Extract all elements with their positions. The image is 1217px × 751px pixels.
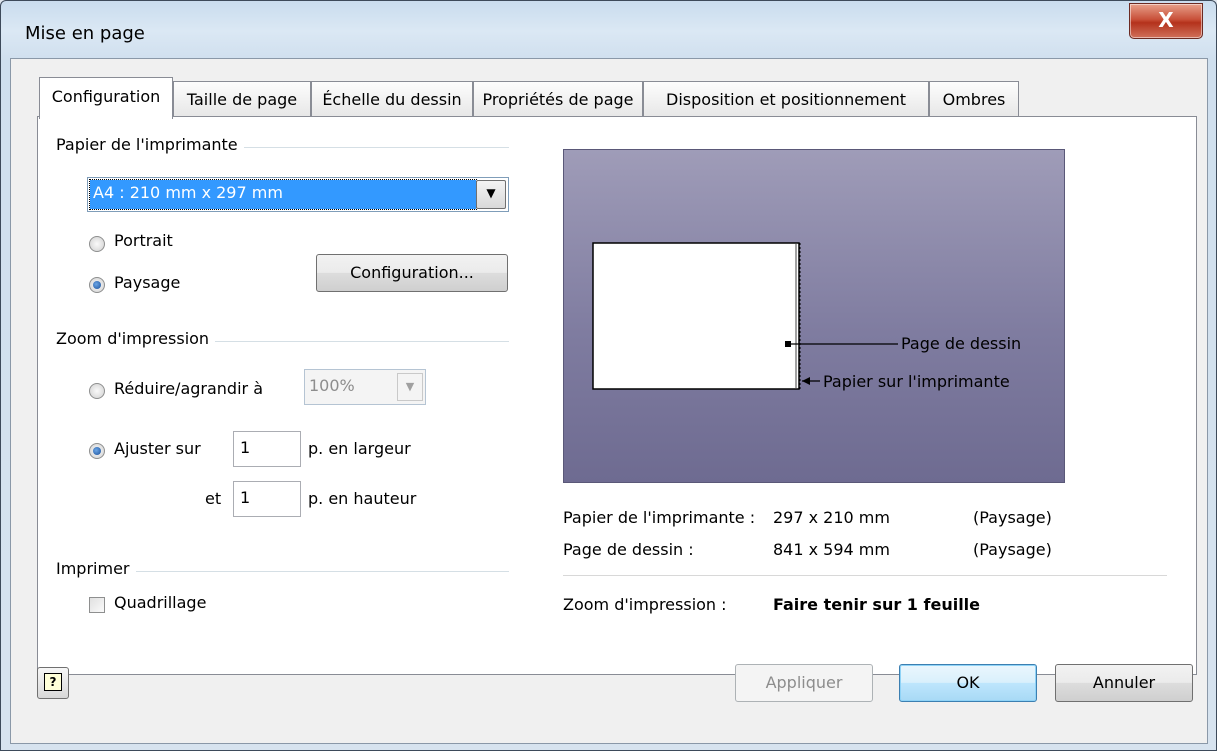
apply-button[interactable]: Appliquer [735,664,873,702]
gridlines-checkbox[interactable] [89,597,105,613]
landscape-radio[interactable] [89,277,105,293]
tab-shadows[interactable]: Ombres [929,81,1019,118]
portrait-radio[interactable] [89,236,105,252]
summary-drawing-orientation: (Paysage) [973,540,1052,559]
chevron-down-icon[interactable]: ▼ [476,180,506,209]
print-zoom-group-label: Zoom d'impression [56,329,216,348]
printer-paper-callout: Papier sur l'imprimante [823,372,1010,391]
tab-label: Configuration [51,87,161,106]
fit-width-input[interactable]: 1 [233,431,301,467]
drawing-page-shape [592,242,800,390]
summary-divider [563,575,1167,576]
button-label: Annuler [1092,673,1156,692]
tab-label: Disposition et positionnement [666,90,906,109]
fit-height-input[interactable]: 1 [233,481,301,517]
portrait-label[interactable]: Portrait [114,231,173,250]
close-button[interactable]: X [1129,3,1203,39]
paper-size-dropdown[interactable]: A4 : 210 mm x 297 mm ▼ [87,177,509,212]
tab-layout-routing[interactable]: Disposition et positionnement [643,81,929,118]
print-group-label: Imprimer [56,559,136,578]
fit-to-label[interactable]: Ajuster sur [114,439,201,458]
button-label: OK [956,673,980,692]
reduce-enlarge-label[interactable]: Réduire/agrandir à [114,379,263,398]
printer-paper-group-label: Papier de l'imprimante [56,135,244,154]
tab-label: Propriétés de page [482,90,634,109]
help-icon: ? [44,673,62,691]
summary-drawing-value: 841 x 594 mm [773,540,890,559]
tab-label: Ombres [942,90,1006,109]
summary-paper-label: Papier de l'imprimante : [563,508,756,527]
paper-size-value: A4 : 210 mm x 297 mm [89,179,477,210]
summary-drawing-label: Page de dessin : [563,540,694,559]
summary-paper-value: 297 x 210 mm [773,508,890,527]
reduce-enlarge-radio[interactable] [89,383,105,399]
arrowhead-icon [802,377,810,385]
button-label: Appliquer [765,673,843,692]
window-title: Mise en page [25,23,145,44]
width-suffix-label: p. en largeur [308,439,411,458]
page-setup-dialog: Mise en page X Configuration Taille de p… [0,0,1217,751]
tab-configuration[interactable]: Configuration [39,77,173,119]
tab-page-properties[interactable]: Propriétés de page [473,81,643,118]
summary-zoom-value: Faire tenir sur 1 feuille [773,595,981,614]
preview-diagram [592,242,898,390]
gridlines-label[interactable]: Quadrillage [114,593,206,612]
zoom-percent-value: 100% [309,376,355,395]
help-button[interactable]: ? [37,667,69,699]
tab-drawing-scale[interactable]: Échelle du dessin [311,81,473,118]
cancel-button[interactable]: Annuler [1055,664,1193,702]
landscape-label[interactable]: Paysage [114,273,180,292]
button-label: Configuration... [350,263,474,282]
summary-zoom-label: Zoom d'impression : [563,595,727,614]
tab-page-size[interactable]: Taille de page [173,81,311,118]
printer-setup-button[interactable]: Configuration... [316,254,508,292]
chevron-down-icon[interactable]: ▼ [397,373,423,401]
ok-button[interactable]: OK [899,664,1037,702]
tab-label: Échelle du dessin [322,90,462,109]
zoom-percent-dropdown[interactable]: 100% ▼ [304,369,426,405]
height-prefix-label: et [205,489,222,508]
drawing-page-marker [785,341,791,347]
fit-to-radio[interactable] [89,443,105,459]
tab-label: Taille de page [186,90,298,109]
summary-paper-orientation: (Paysage) [973,508,1052,527]
drawing-page-callout: Page de dessin [901,334,1022,353]
close-icon: X [1158,8,1174,32]
height-suffix-label: p. en hauteur [308,489,417,508]
print-preview: Page de dessin Papier sur l'imprimante [563,149,1065,483]
title-bar[interactable]: Mise en page X [1,1,1216,59]
